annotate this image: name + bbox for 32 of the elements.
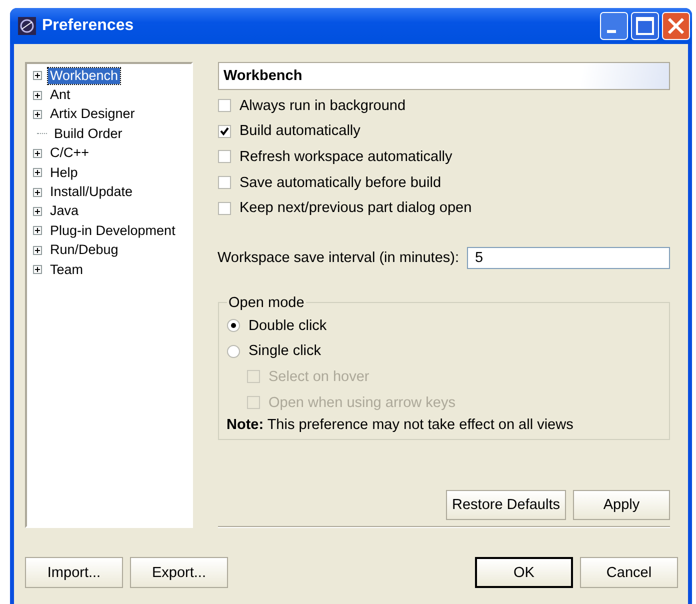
apply-button[interactable]: Apply (573, 490, 670, 520)
interval-label: Workspace save interval (in minutes): (218, 250, 459, 266)
tree-item[interactable]: Artix Designer (48, 106, 137, 122)
checkbox-label: Always run in background (240, 98, 406, 114)
tree-item[interactable]: Install/Update (48, 184, 135, 200)
tree-item[interactable]: Build Order (52, 126, 124, 142)
checkbox-label: Select on hover (268, 368, 370, 385)
checkbox-label: Build automatically (240, 123, 360, 140)
page-title: Workbench (218, 62, 670, 90)
checkbox-label: Open when using arrow keys (268, 394, 456, 411)
radio-label: Single click (248, 343, 322, 360)
import-button[interactable]: Import... (25, 557, 123, 588)
tree-item[interactable]: Workbench (48, 68, 120, 84)
checkbox-label: Save automatically before build (240, 174, 442, 191)
group-title: Open mode (228, 294, 306, 311)
restore-defaults-button[interactable]: Restore Defaults (446, 490, 566, 520)
checkbox-label: Refresh workspace automatically (240, 148, 452, 165)
input-field[interactable]: 5 (467, 246, 670, 269)
tree-item[interactable]: C/C++ (48, 145, 92, 162)
tree-item[interactable]: Ant (48, 87, 72, 104)
window-title: Preferences (42, 17, 135, 35)
tree-item[interactable]: Java (48, 203, 81, 220)
checkbox-label: Keep next/previous part dialog open (240, 200, 472, 216)
tree-item[interactable]: Plug-in Development (48, 222, 178, 239)
cancel-button[interactable]: Cancel (580, 557, 678, 588)
tree-item[interactable]: Help (48, 164, 80, 181)
tree-item[interactable]: Team (48, 262, 86, 278)
export-button[interactable]: Export... (130, 557, 228, 588)
note-text: Note: This preference may not take effect on all views (226, 417, 574, 434)
radio-label: Double click (248, 318, 327, 334)
ok-button[interactable]: OK (475, 557, 573, 588)
tree-item[interactable]: Run/Debug (48, 242, 120, 258)
